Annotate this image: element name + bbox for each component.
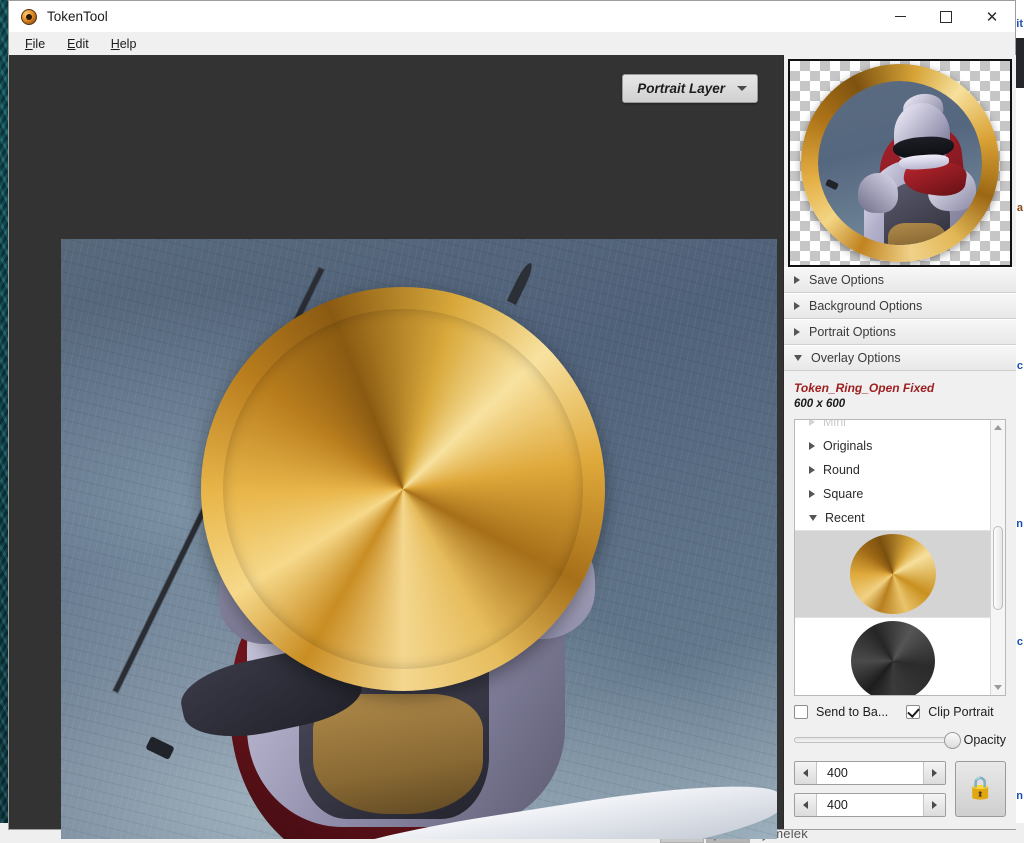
panel-label-portrait-options: Portrait Options <box>809 325 896 339</box>
overlay-list[interactable]: Mini Originals Round <box>794 419 1006 696</box>
triangle-down-icon <box>809 515 817 521</box>
tree-item-mini[interactable]: Mini <box>795 420 990 434</box>
background-link-1[interactable]: it <box>1016 18 1023 30</box>
triangle-right-icon <box>809 442 815 450</box>
arrow-right-icon <box>932 801 937 809</box>
width-increment-button[interactable] <box>923 762 945 784</box>
tokentool-window: TokenTool ✕ File Edit Help Portrait Laye… <box>8 0 1016 830</box>
panel-header-background-options[interactable]: Background Options <box>784 293 1016 319</box>
portrait-artwork[interactable] <box>61 239 777 839</box>
panel-label-save-options: Save Options <box>809 273 884 287</box>
panel-label-overlay-options: Overlay Options <box>811 351 901 365</box>
menu-edit[interactable]: Edit <box>67 37 89 51</box>
opacity-slider[interactable] <box>794 737 955 743</box>
token-portrait-preview <box>818 81 982 245</box>
opacity-slider-thumb[interactable] <box>944 732 961 749</box>
side-panel: Save Options Background Options Portrait… <box>784 55 1016 829</box>
triangle-right-icon <box>809 490 815 498</box>
clip-portrait-checkbox[interactable] <box>906 705 920 719</box>
overlay-list-scrollarea[interactable]: Mini Originals Round <box>795 420 990 695</box>
minimize-button[interactable] <box>877 1 923 32</box>
size-controls: 400 400 🔒 <box>794 761 1006 817</box>
height-value[interactable]: 400 <box>817 794 923 816</box>
layer-select-label: Portrait Layer <box>637 81 725 96</box>
maximize-button[interactable] <box>923 1 969 32</box>
panel-header-overlay-options[interactable]: Overlay Options <box>784 345 1016 371</box>
opacity-label: Opacity <box>964 733 1006 747</box>
tree-label-round: Round <box>823 463 860 477</box>
tree-item-originals[interactable]: Originals <box>795 434 990 458</box>
clip-portrait-label: Clip Portrait <box>928 705 993 719</box>
tree-label-square: Square <box>823 487 863 501</box>
overlay-thumbnail-gold-ring[interactable] <box>795 531 990 617</box>
background-link-5[interactable]: c <box>1017 636 1023 648</box>
tree-item-square[interactable]: Square <box>795 482 990 506</box>
scroll-up-button[interactable] <box>991 420 1005 435</box>
overlay-ring-on-canvas[interactable] <box>201 287 605 691</box>
overlay-dimensions: 600 x 600 <box>794 398 1006 410</box>
triangle-down-icon <box>794 355 802 361</box>
window-controls: ✕ <box>877 1 1015 32</box>
overlay-thumbnail-dark-ring[interactable] <box>795 618 990 695</box>
app-icon <box>21 9 37 25</box>
tree-item-recent[interactable]: Recent <box>795 506 990 530</box>
panel-header-portrait-options[interactable]: Portrait Options <box>784 319 1016 345</box>
overlay-name: Token_Ring_Open Fixed <box>794 381 1006 395</box>
background-link-2[interactable]: a <box>1017 202 1023 214</box>
menu-help[interactable]: Help <box>111 37 137 51</box>
menu-bar: File Edit Help <box>9 32 1015 55</box>
tree-label-recent: Recent <box>825 511 865 525</box>
window-title: TokenTool <box>47 9 108 24</box>
overlay-list-scrollbar[interactable] <box>990 420 1005 695</box>
width-value[interactable]: 400 <box>817 762 923 784</box>
height-decrement-button[interactable] <box>795 794 817 816</box>
chevron-down-icon <box>737 86 747 91</box>
arrow-right-icon <box>932 769 937 777</box>
send-to-back-label: Send to Ba... <box>816 705 888 719</box>
gold-ring-icon <box>850 534 936 614</box>
scrollbar-thumb[interactable] <box>993 526 1003 610</box>
triangle-right-icon <box>809 420 815 426</box>
canvas-pane[interactable]: Portrait Layer <box>9 55 784 829</box>
send-to-back-checkbox[interactable] <box>794 705 808 719</box>
close-button[interactable]: ✕ <box>969 1 1015 32</box>
width-decrement-button[interactable] <box>795 762 817 784</box>
menu-file[interactable]: File <box>25 37 45 51</box>
height-spinner[interactable]: 400 <box>794 793 946 817</box>
lock-icon: 🔒 <box>967 778 994 800</box>
triangle-right-icon <box>794 328 800 336</box>
width-spinner[interactable]: 400 <box>794 761 946 785</box>
tree-label-mini: Mini <box>823 420 846 429</box>
arrow-left-icon <box>803 769 808 777</box>
arrow-left-icon <box>803 801 808 809</box>
tree-item-round[interactable]: Round <box>795 458 990 482</box>
token-ring-preview <box>801 64 999 262</box>
title-bar[interactable]: TokenTool ✕ <box>9 1 1015 32</box>
height-increment-button[interactable] <box>923 794 945 816</box>
size-spinners: 400 400 <box>794 761 946 817</box>
background-link-3[interactable]: c <box>1017 360 1023 372</box>
panel-label-background-options: Background Options <box>809 299 922 313</box>
overlay-checkbox-row: Send to Ba... Clip Portrait <box>794 705 1006 719</box>
triangle-right-icon <box>794 276 800 284</box>
dark-ring-icon <box>851 621 935 695</box>
token-preview[interactable] <box>788 59 1012 267</box>
background-link-4[interactable]: n <box>1016 518 1023 530</box>
scroll-down-button[interactable] <box>991 680 1005 695</box>
background-link-6[interactable]: n <box>1016 790 1023 802</box>
layer-select-dropdown[interactable]: Portrait Layer <box>622 74 758 103</box>
triangle-right-icon <box>809 466 815 474</box>
triangle-right-icon <box>794 302 800 310</box>
panel-header-save-options[interactable]: Save Options <box>784 267 1016 293</box>
chevron-down-icon <box>994 685 1002 690</box>
tree-label-originals: Originals <box>823 439 872 453</box>
chevron-up-icon <box>994 425 1002 430</box>
aspect-lock-button[interactable]: 🔒 <box>955 761 1006 817</box>
opacity-slider-row: Opacity <box>794 733 1006 747</box>
overlay-options-body: Token_Ring_Open Fixed 600 x 600 Mini Ori… <box>784 371 1016 829</box>
